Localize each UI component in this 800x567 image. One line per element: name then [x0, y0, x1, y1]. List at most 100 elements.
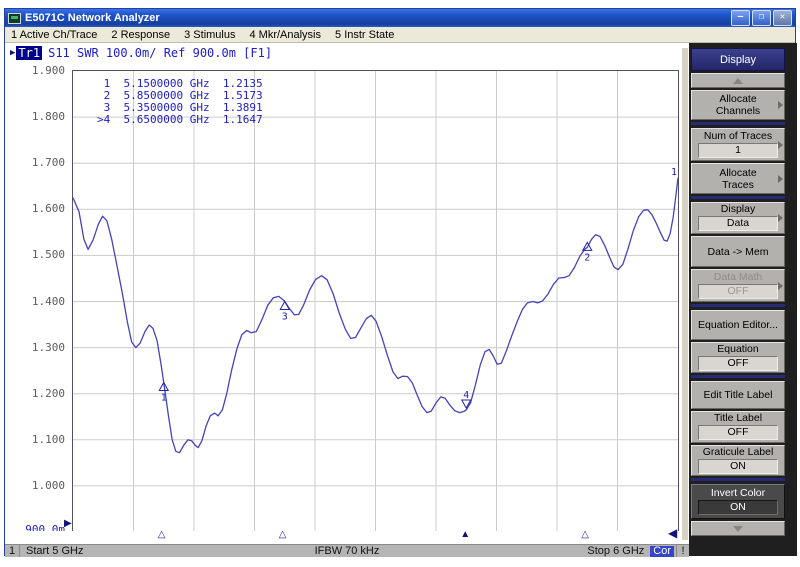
softkey-label: Data -> Mem [692, 246, 784, 258]
stimulus-marker-3-icon[interactable]: △ [279, 529, 287, 540]
trace-header: ▶ Tr1 S11 SWR 100.0m/ Ref 900.0m [F1] [10, 46, 272, 60]
softkey-group-separator [691, 375, 785, 378]
scroll-up-icon [733, 78, 743, 84]
y-axis-label: 1.900 [7, 64, 65, 77]
stimulus-marker-4-icon[interactable]: ▲ [460, 529, 470, 540]
menu-item-4[interactable]: 4 Mkr/Analysis [243, 29, 329, 41]
softkey-group-separator [691, 304, 785, 307]
softkey-label: Data Math [692, 271, 784, 283]
marker-2-number: 2 [584, 252, 590, 263]
softkey-value-box: Data [698, 216, 778, 231]
softkey-value-box: OFF [698, 356, 778, 371]
softkey-data-to-mem-button[interactable]: Data -> Mem [691, 236, 785, 267]
softkey-value-box: OFF [698, 284, 778, 299]
app-icon [8, 13, 21, 24]
softkey-title-label-button[interactable]: Title LabelOFF [691, 411, 785, 443]
stimulus-marker-1-icon[interactable]: △ [158, 529, 166, 540]
main-content: ▶ Tr1 S11 SWR 100.0m/ Ref 900.0m [F1] 1.… [5, 43, 795, 556]
softkey-label: Equation Editor... [692, 319, 784, 331]
softkey-label: Equation [692, 343, 784, 355]
softkey-group-separator [691, 196, 785, 199]
title-bar[interactable]: E5071C Network Analyzer – ❐ ✕ [5, 9, 795, 27]
y-axis-label: 1.600 [7, 202, 65, 215]
status-bar: 1 Start 5 GHz IFBW 70 kHz Stop 6 GHz Cor… [5, 544, 689, 557]
scroll-down-icon [733, 526, 743, 532]
menu-item-3[interactable]: 3 Stimulus [178, 29, 243, 41]
trace-end-number: 1 [671, 167, 677, 178]
softkey-value-box: ON [698, 500, 778, 515]
marker-4-number: 4 [463, 390, 469, 401]
softkey-value-box: 1 [698, 143, 778, 158]
marker-1-number: 1 [161, 392, 167, 403]
softkey-invert-color-button[interactable]: Invert ColorON [691, 484, 785, 519]
submenu-arrow-icon [778, 214, 783, 222]
softkey-group-separator [691, 478, 785, 481]
minimize-button[interactable]: – [731, 10, 750, 26]
softkey-allocate-traces-button[interactable]: AllocateTraces [691, 163, 785, 194]
softkey-label: Graticule Label [692, 446, 784, 458]
softkey-display-data-button[interactable]: DisplayData [691, 202, 785, 234]
menu-bar: 1 Active Ch/Trace2 Response3 Stimulus4 M… [5, 27, 795, 43]
softkey-sidebar: DisplayAllocateChannelsNum of Traces1All… [689, 43, 797, 556]
submenu-arrow-icon [778, 141, 783, 149]
softkey-equation-editor-button[interactable]: Equation Editor... [691, 310, 785, 340]
y-axis-label: 1.100 [7, 433, 65, 446]
trace-format-label: S11 SWR 100.0m/ Ref 900.0m [F1] [48, 46, 272, 60]
softkey-label: Invert Color [692, 487, 784, 499]
side-scroll-strip[interactable] [682, 48, 688, 540]
softkey-scroll-up-button[interactable] [691, 73, 785, 88]
softkey-label-line: Allocate [692, 167, 784, 179]
softkey-allocate-channels-button[interactable]: AllocateChannels [691, 90, 785, 120]
softkey-label: Num of Traces [692, 130, 784, 142]
submenu-arrow-icon [778, 175, 783, 183]
softkey-label-line: Channels [692, 105, 784, 117]
softkey-equation-button[interactable]: EquationOFF [691, 342, 785, 373]
softkey-label: Edit Title Label [692, 389, 784, 401]
stimulus-marker-2-icon[interactable]: △ [581, 529, 589, 540]
softkey-label: Display [692, 203, 784, 215]
submenu-arrow-icon [778, 282, 783, 290]
y-axis-label: 1.500 [7, 248, 65, 261]
restore-button[interactable]: ❐ [752, 10, 771, 26]
active-trace-arrow-icon: ▶ [10, 48, 15, 58]
menu-item-5[interactable]: 5 Instr State [329, 29, 402, 41]
softkey-value-box: ON [698, 459, 778, 474]
reference-level-arrow-icon: ▶ [64, 518, 72, 529]
softkey-value-box: OFF [698, 425, 778, 440]
screen: E5071C Network Analyzer – ❐ ✕ 1 Active C… [0, 0, 800, 567]
marker-3-number: 3 [282, 312, 288, 323]
marker-position-strip: ◀ △△△▲ [5, 531, 689, 544]
window-title: E5071C Network Analyzer [25, 12, 160, 24]
softkey-scroll-down-button[interactable] [691, 521, 785, 536]
softkey-graticule-label-button[interactable]: Graticule LabelON [691, 445, 785, 476]
close-button[interactable]: ✕ [773, 10, 792, 26]
y-axis-label: 1.200 [7, 387, 65, 400]
submenu-arrow-icon [778, 101, 783, 109]
trace-plot-svg: 1 2 3 4 1 [73, 71, 678, 532]
softkey-group-separator [691, 122, 785, 125]
ifbw-label: IFBW 70 kHz [5, 545, 689, 557]
menu-item-2[interactable]: 2 Response [105, 29, 178, 41]
softkey-edit-title-label-button[interactable]: Edit Title Label [691, 381, 785, 409]
softkey-num-of-traces-button[interactable]: Num of Traces1 [691, 128, 785, 161]
softkey-label-line: Allocate [692, 93, 784, 105]
trace-plot: 1 2 3 4 1 1 5.1500000 GHz 1.2135 2 5.8500000… [72, 70, 679, 533]
sweep-indicator-icon: ◀ [668, 526, 677, 540]
graph-region: ▶ Tr1 S11 SWR 100.0m/ Ref 900.0m [F1] 1.… [5, 43, 689, 556]
marker-readout-row: >4 5.6500000 GHz 1.1647 [97, 114, 263, 126]
marker-readout-table: 1 5.1500000 GHz 1.2135 2 5.8500000 GHz 1… [97, 78, 263, 126]
softkey-label-line: Traces [692, 179, 784, 191]
y-axis-label: 1.700 [7, 156, 65, 169]
y-axis-label: 1.400 [7, 295, 65, 308]
softkey-data-math-button: Data MathOFF [691, 269, 785, 302]
softkey-menu-title: Display [691, 48, 785, 71]
window-controls: – ❐ ✕ [731, 10, 792, 26]
menu-item-1[interactable]: 1 Active Ch/Trace [5, 29, 105, 41]
y-axis-label: 1.300 [7, 341, 65, 354]
app-window: E5071C Network Analyzer – ❐ ✕ 1 Active C… [4, 8, 796, 556]
y-axis-label: 1.000 [7, 479, 65, 492]
y-axis-label: 1.800 [7, 110, 65, 123]
softkey-label: Title Label [692, 412, 784, 424]
trace-badge[interactable]: Tr1 [16, 46, 42, 60]
softkey-column: DisplayAllocateChannelsNum of Traces1All… [691, 48, 785, 538]
